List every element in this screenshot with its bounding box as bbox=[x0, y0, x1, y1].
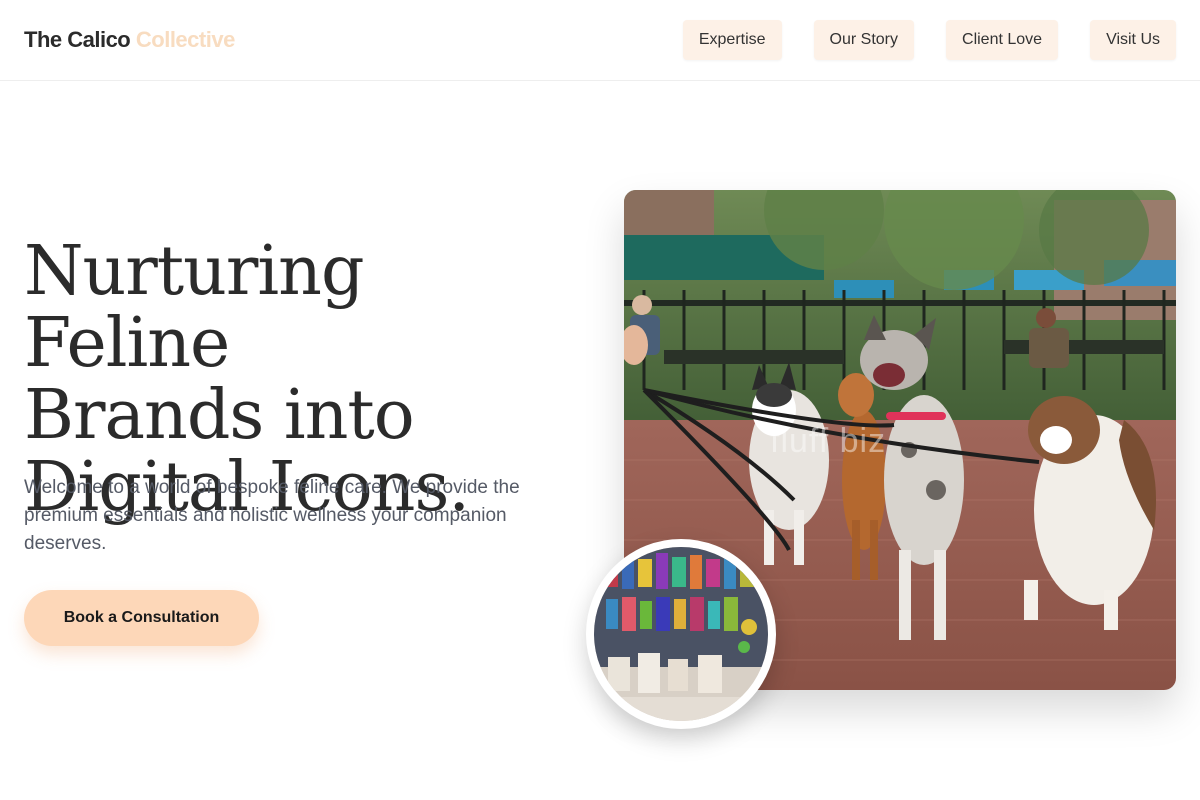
book-consultation-button[interactable]: Book a Consultation bbox=[24, 590, 259, 646]
hero-title-line-1: Nurturing Feline bbox=[24, 232, 364, 383]
main-nav: Expertise Our Story Client Love Visit Us bbox=[682, 20, 1176, 60]
nav-client-love-button[interactable]: Client Love bbox=[946, 20, 1059, 60]
nav-our-story-button[interactable]: Our Story bbox=[813, 20, 915, 60]
photo-watermark: fluff biz bbox=[770, 422, 887, 460]
nav-visit-us-button[interactable]: Visit Us bbox=[1090, 20, 1176, 60]
shop-shelf-photo bbox=[586, 539, 776, 729]
pet-shop-shelf-illustration bbox=[594, 547, 768, 721]
hero-title-line-2: Brands into bbox=[24, 376, 415, 455]
nav-expertise-button[interactable]: Expertise bbox=[682, 20, 782, 60]
brand-logo[interactable]: The Calico Collective bbox=[24, 27, 235, 53]
site-header: The Calico Collective Expertise Our Stor… bbox=[0, 0, 1200, 81]
hero-subtitle: Welcome to a world of bespoke feline car… bbox=[24, 477, 520, 554]
logo-accent-text: Collective bbox=[135, 27, 235, 52]
logo-primary-text: The Calico bbox=[24, 27, 131, 52]
